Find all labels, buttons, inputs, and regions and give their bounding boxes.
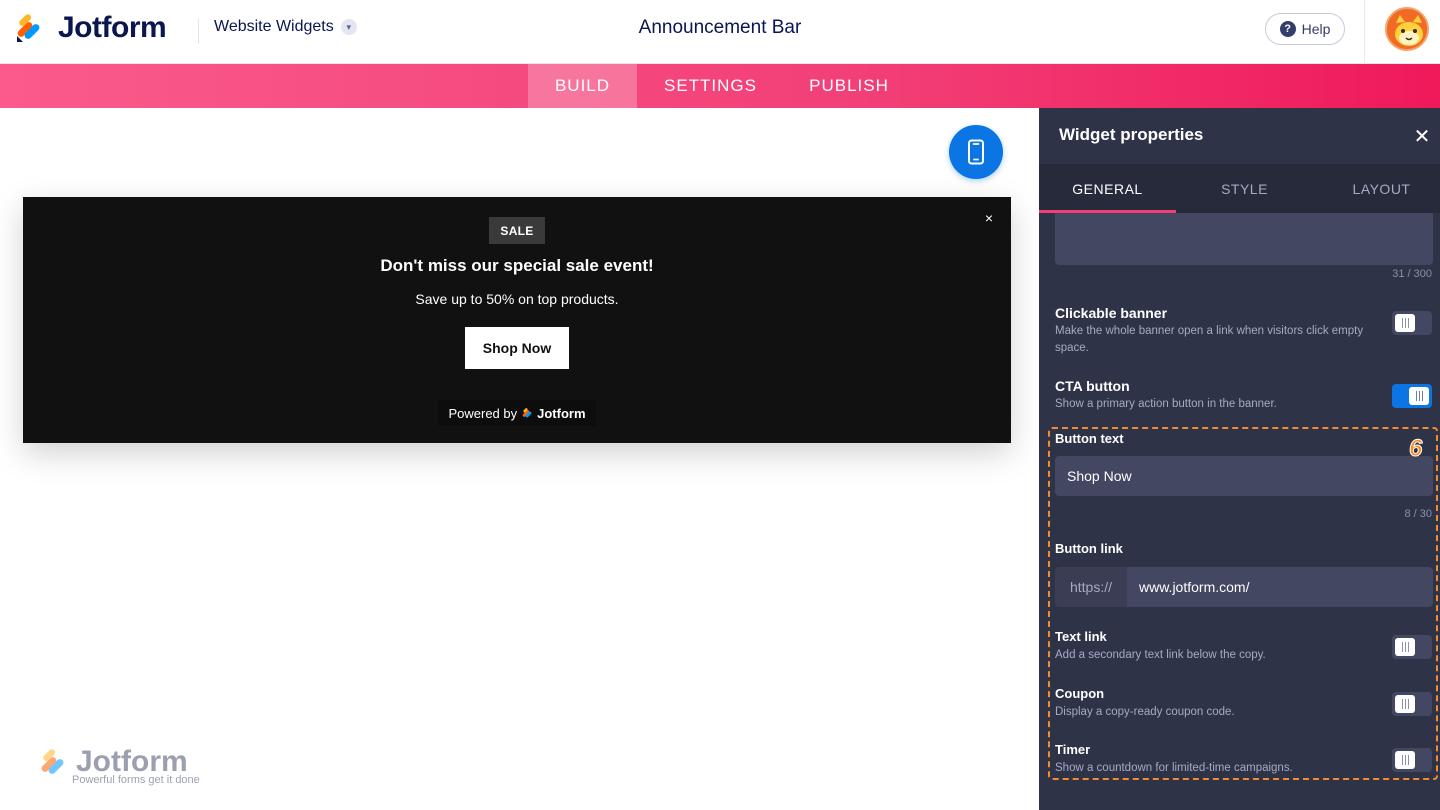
divider <box>1364 0 1365 64</box>
tab-settings[interactable]: SETTINGS <box>648 64 773 108</box>
toggle-knob <box>1395 638 1415 656</box>
panel-tabs: GENERAL STYLE LAYOUT <box>1039 164 1440 213</box>
help-button[interactable]: ? Help <box>1265 13 1345 45</box>
watermark-tagline: Powerful forms get it done <box>72 774 200 786</box>
banner-text-area[interactable] <box>1055 213 1433 265</box>
mobile-preview-button[interactable] <box>949 125 1003 179</box>
close-icon[interactable]: ✕ <box>1410 124 1434 148</box>
clickable-banner-label: Clickable banner <box>1055 305 1168 321</box>
button-text-counter: 8 / 30 <box>1404 508 1432 520</box>
coupon-desc: Display a copy-ready coupon code. <box>1055 706 1235 718</box>
cta-button-label: CTA button <box>1055 378 1130 394</box>
jotform-logo[interactable]: Jotform <box>14 11 167 45</box>
divider <box>198 18 199 44</box>
panel-header: Widget properties ✕ <box>1039 108 1440 164</box>
sale-badge: SALE <box>489 217 545 244</box>
button-link-label: Button link <box>1055 541 1123 556</box>
tab-style[interactable]: STYLE <box>1176 164 1313 213</box>
jotform-logo-icon <box>522 408 532 418</box>
coupon-label: Coupon <box>1055 686 1105 701</box>
website-widgets-menu[interactable]: Website Widgets ▾ <box>214 18 357 36</box>
toggle-knob <box>1409 387 1429 405</box>
clickable-banner-toggle[interactable] <box>1392 311 1432 335</box>
panel-title: Widget properties <box>1059 125 1204 144</box>
clickable-banner-desc: Make the whole banner open a link when v… <box>1055 325 1364 354</box>
avatar[interactable] <box>1385 7 1429 51</box>
coupon-toggle[interactable] <box>1392 692 1432 716</box>
cta-button-toggle[interactable] <box>1392 384 1432 408</box>
text-char-counter: 31 / 300 <box>1392 268 1432 280</box>
cta-button-desc: Show a primary action button in the bann… <box>1055 398 1277 410</box>
toggle-knob <box>1395 695 1415 713</box>
question-icon: ? <box>1279 21 1296 37</box>
text-link-label: Text link <box>1055 629 1107 644</box>
widget-properties-panel: Widget properties ✕ GENERAL STYLE LAYOUT… <box>1039 108 1440 810</box>
top-bar: Jotform Website Widgets ▾ Announcement B… <box>0 0 1440 64</box>
help-label: Help <box>1301 21 1331 37</box>
toggle-knob <box>1395 751 1415 769</box>
step-number: 6 <box>1408 435 1423 463</box>
tab-general[interactable]: GENERAL <box>1039 164 1176 213</box>
text-link-toggle[interactable] <box>1392 635 1432 659</box>
builder-tab-bar: BUILD SETTINGS PUBLISH <box>0 64 1440 108</box>
button-text-label: Button text <box>1055 431 1124 446</box>
toggle-knob <box>1395 314 1415 332</box>
website-widgets-label: Website Widgets <box>214 18 334 35</box>
tab-publish[interactable]: PUBLISH <box>796 64 902 108</box>
chevron-down-icon: ▾ <box>340 19 357 35</box>
phone-icon <box>968 139 984 165</box>
close-icon[interactable]: × <box>980 209 998 227</box>
banner-title: Don't miss our special sale event! <box>380 256 654 275</box>
jotform-logo-icon <box>17 14 40 42</box>
banner-subtitle: Save up to 50% on top products. <box>415 291 619 307</box>
timer-desc: Show a countdown for limited-time campai… <box>1055 762 1293 774</box>
text-link-desc: Add a secondary text link below the copy… <box>1055 649 1266 661</box>
shop-now-button[interactable]: Shop Now <box>465 327 569 369</box>
tab-layout[interactable]: LAYOUT <box>1313 164 1440 213</box>
tab-build[interactable]: BUILD <box>528 64 637 108</box>
user-avatar-icon <box>1387 9 1427 49</box>
brand-name: Jotform <box>58 11 167 44</box>
timer-toggle[interactable] <box>1392 748 1432 772</box>
button-link-input[interactable]: www.jotform.com/ <box>1127 567 1433 607</box>
jotform-logo-icon <box>41 749 64 774</box>
button-text-input[interactable]: Shop Now <box>1055 456 1433 496</box>
url-prefix: https:// <box>1055 567 1127 607</box>
powered-by-jotform[interactable]: Powered by Jotform <box>438 400 596 426</box>
timer-label: Timer <box>1055 742 1091 757</box>
powered-by-label: Powered by <box>448 405 518 421</box>
powered-by-brand: Jotform <box>537 405 586 421</box>
